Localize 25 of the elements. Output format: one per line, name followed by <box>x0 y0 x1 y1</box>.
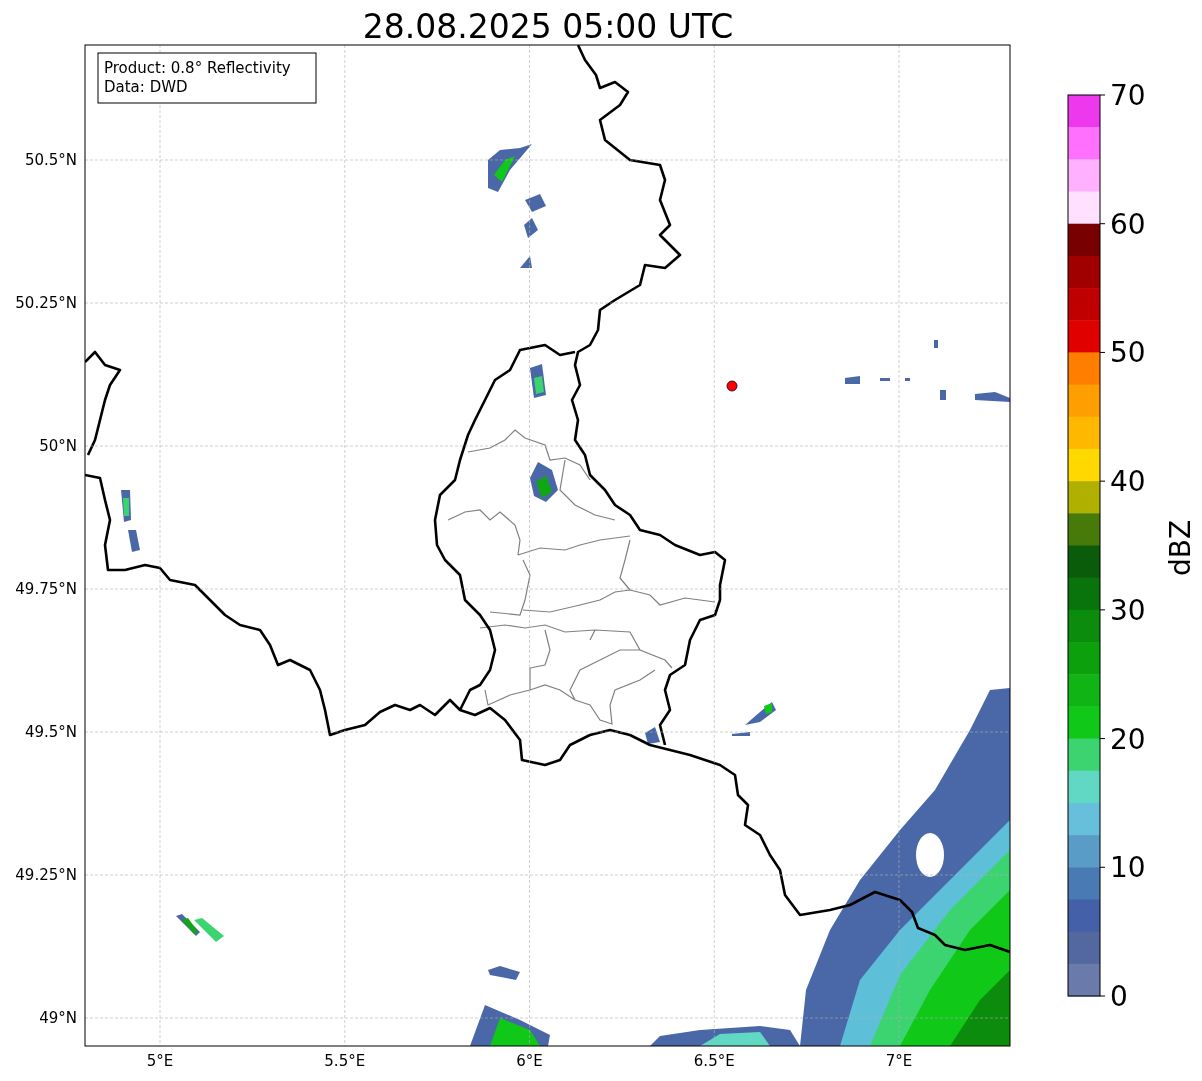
colorbar-tick-label: 70 <box>1110 79 1146 112</box>
axis-tick-label: 49°N <box>39 1009 77 1027</box>
axis-tick-label: 7°E <box>885 1052 913 1070</box>
axis-tick-label: 50.5°N <box>24 151 77 169</box>
axis-tick-label: 6.5°E <box>693 1052 735 1070</box>
info-text: Product: 0.8° Reflectivity <box>104 59 291 77</box>
colorbar-tick-label: 30 <box>1110 593 1146 627</box>
colorbar-tick-label: 60 <box>1110 207 1146 241</box>
axis-tick-label: 5.5°E <box>324 1052 366 1070</box>
axis-tick-label: 49.5°N <box>24 723 77 741</box>
colorbar-tick-label: 0 <box>1110 980 1128 1013</box>
axis-tick-label: 49.25°N <box>15 866 77 884</box>
axis-tick-label: 5°E <box>146 1052 174 1070</box>
colorbar-tick-label: 10 <box>1110 851 1146 885</box>
axis-tick-label: 50°N <box>39 437 77 455</box>
colorbar-tick-label: 20 <box>1110 722 1146 756</box>
location-marker <box>726 380 738 392</box>
axis-tick-label: 50.25°N <box>15 294 77 312</box>
colorbar-label: dBZ <box>1164 519 1197 577</box>
colorbar-tick-label: 50 <box>1110 336 1146 370</box>
axis-tick-label: 6°E <box>516 1052 543 1070</box>
axis-tick-label: 49.75°N <box>15 580 77 598</box>
chart-title: 28.08.2025 05:00 UTC <box>362 7 734 46</box>
colorbar-tick-label: 40 <box>1110 465 1146 499</box>
info-text: Data: DWD <box>104 78 188 96</box>
